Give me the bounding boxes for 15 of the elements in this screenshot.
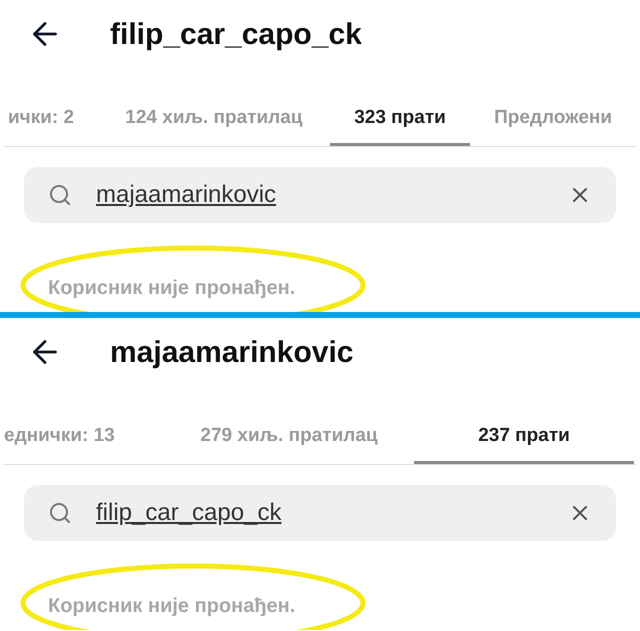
search-icon [48,501,72,525]
profile-username: majaamarinkovic [110,334,354,370]
tab[interactable]: Предложени [470,94,636,146]
search-field[interactable]: majaamarinkovic [24,167,616,223]
search-icon [48,183,72,207]
search-field[interactable]: filip_car_capo_ck [24,485,616,541]
tab[interactable]: 323 прати [330,94,470,146]
no-results-message: Корисник није пронађен. [48,595,296,617]
no-results-message: Корисник није пронађен. [48,277,296,299]
profile-username: filip_car_capo_ck [110,16,362,52]
tab[interactable]: ички: 2 [4,94,98,146]
tab[interactable]: еднички: 13 [4,412,164,464]
tab[interactable]: 279 хиљ. пратилац [164,412,414,464]
tab[interactable]: 124 хиљ. пратилац [98,94,330,146]
tab[interactable]: 237 прати [414,412,634,464]
